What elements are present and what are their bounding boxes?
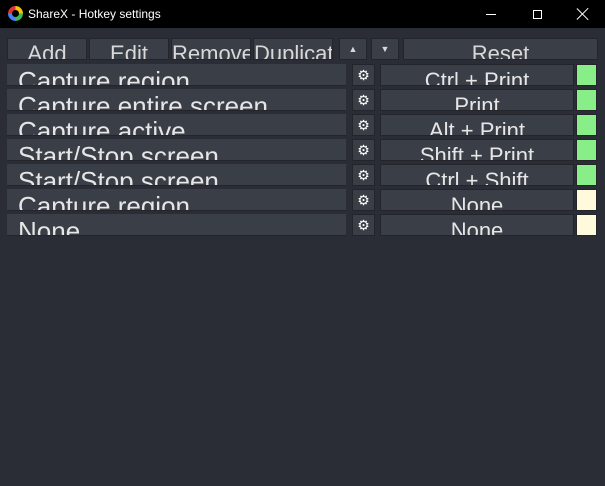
status-indicator (576, 164, 597, 186)
reset-button[interactable]: Reset (403, 38, 598, 60)
hotkey-description[interactable]: Capture region (7, 64, 346, 86)
status-indicator (576, 89, 597, 111)
close-icon (577, 8, 589, 20)
hotkey-description[interactable]: Start/Stop screen (7, 164, 346, 186)
status-indicator (576, 64, 597, 86)
status-indicator (576, 114, 597, 136)
hotkey-description[interactable]: Capture active (7, 114, 346, 136)
add-button[interactable]: Add (7, 38, 87, 60)
hotkey-row: Start/Stop screen ⚙ Ctrl + Shift (0, 164, 605, 186)
sharex-logo-icon (8, 6, 23, 21)
move-up-button[interactable]: ▲ (339, 38, 367, 60)
hotkey-row: Capture region ⚙ Ctrl + Print (0, 64, 605, 86)
hotkey-description[interactable]: Capture entire screen (7, 89, 346, 111)
hotkey-row: Capture entire screen ⚙ Print (0, 89, 605, 111)
hotkey-input[interactable]: Ctrl + Print (380, 64, 574, 86)
hotkey-input[interactable]: Alt + Print (380, 114, 574, 136)
hotkey-input[interactable]: Shift + Print (380, 139, 574, 161)
hotkey-row: Start/Stop screen ⚙ Shift + Print (0, 139, 605, 161)
window-title: ShareX - Hotkey settings (28, 7, 161, 21)
remove-button[interactable]: Remove (171, 38, 251, 60)
maximize-button-area[interactable] (514, 0, 560, 28)
gear-icon[interactable]: ⚙ (352, 114, 375, 136)
hotkey-row: None ⚙ None (0, 214, 605, 236)
hotkey-description[interactable]: Start/Stop screen (7, 139, 346, 161)
hotkey-input[interactable]: None (380, 189, 574, 211)
gear-icon[interactable]: ⚙ (352, 89, 375, 111)
hotkey-input[interactable]: None (380, 214, 574, 236)
hotkey-row: Capture active ⚙ Alt + Print (0, 114, 605, 136)
hotkey-input[interactable]: Print (380, 89, 574, 111)
edit-button[interactable]: Edit (89, 38, 169, 60)
gear-icon[interactable]: ⚙ (352, 64, 375, 86)
status-indicator (576, 214, 597, 236)
hotkey-input[interactable]: Ctrl + Shift (380, 164, 574, 186)
hotkey-description[interactable]: Capture region (7, 189, 346, 211)
gear-icon[interactable]: ⚙ (352, 214, 375, 236)
move-down-button[interactable]: ▼ (371, 38, 399, 60)
maximize-icon (532, 9, 542, 19)
minimize-button-area[interactable] (468, 0, 514, 28)
hotkey-description[interactable]: None (7, 214, 346, 236)
close-button[interactable] (560, 0, 605, 28)
minimize-icon (486, 13, 496, 15)
gear-icon[interactable]: ⚙ (352, 164, 375, 186)
status-indicator (576, 139, 597, 161)
hotkey-row: Capture region ⚙ None (0, 189, 605, 211)
status-indicator (576, 189, 597, 211)
gear-icon[interactable]: ⚙ (352, 189, 375, 211)
gear-icon[interactable]: ⚙ (352, 139, 375, 161)
duplicate-button[interactable]: Duplicate (253, 38, 333, 60)
